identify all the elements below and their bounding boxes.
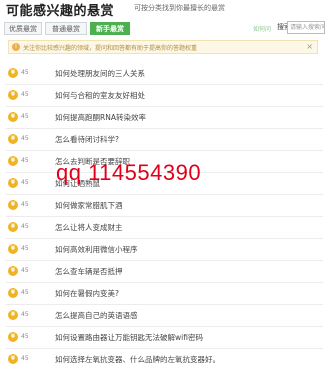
reward-count: 45 (21, 113, 29, 120)
coin-icon: ¥ (8, 354, 18, 364)
list-item[interactable]: ¥45 如何在暑假内变美? (6, 283, 323, 305)
reward-count: 45 (21, 179, 29, 186)
list-item[interactable]: ¥45 怎么让将人变成财主 (6, 217, 323, 239)
info-icon: ! (12, 43, 20, 51)
bounty-page: 可能感兴趣的悬赏 可按分类找到你最擅长的悬赏 优质悬赏 普通悬赏 新手悬赏 如何… (0, 0, 329, 366)
reward-count: 45 (21, 223, 29, 230)
question-title[interactable]: 如何做家常腊肌下酒 (55, 200, 123, 211)
list-item[interactable]: ¥45 如何提高跑酮RNA转染效率 (6, 107, 323, 129)
tab-bar: 优质悬赏 普通悬赏 新手悬赏 如何问 搜索全 请输入搜索问 (4, 21, 326, 36)
question-title[interactable]: 怎么让将人变成财主 (55, 222, 123, 233)
list-item[interactable]: ¥45 如何处理朋友间的三人关系 (6, 63, 323, 85)
notice-text: 关注你比较感兴趣的领域，提问和回答都有助于提高你的答题权重 (23, 45, 198, 52)
notice-bar: ! 关注你比较感兴趣的领域，提问和回答都有助于提高你的答题权重 × (8, 40, 318, 54)
coin-icon: ¥ (8, 288, 18, 298)
how-to-ask-link[interactable]: 如何问 (253, 24, 271, 33)
question-title[interactable]: 如何处理朋友间的三人关系 (55, 68, 145, 79)
reward-count: 45 (21, 91, 29, 98)
coin-icon: ¥ (8, 332, 18, 342)
question-title[interactable]: 如何提高跑酮RNA转染效率 (55, 112, 146, 123)
question-title[interactable]: 如何高效利用微信小程序 (55, 244, 138, 255)
question-title[interactable]: 如何与合租的室友友好相处 (55, 90, 145, 101)
header: 可能感兴趣的悬赏 可按分类找到你最擅长的悬赏 (0, 0, 329, 19)
reward-count: 45 (21, 69, 29, 76)
reward-count: 45 (21, 311, 29, 318)
coin-icon: ¥ (8, 200, 18, 210)
list-item[interactable]: ¥45 如何设置路由器让万能钥匙无法破解wifi密码 (6, 327, 323, 349)
list-item[interactable]: ¥45 如何高效利用微信小程序 (6, 239, 323, 261)
watermark-text: qq 114554390 (56, 160, 202, 185)
question-title[interactable]: 怎么看待闭讨科学? (55, 134, 119, 145)
coin-icon: ¥ (8, 266, 18, 276)
coin-icon: ¥ (8, 68, 18, 78)
list-item[interactable]: ¥45 如何做家常腊肌下酒 (6, 195, 323, 217)
reward-count: 45 (21, 289, 29, 296)
coin-icon: ¥ (8, 156, 18, 166)
reward-count: 45 (21, 201, 29, 208)
list-item[interactable]: ¥45 怎么查车辆是否抵押 (6, 261, 323, 283)
question-title[interactable]: 如何在暑假内变美? (55, 288, 119, 299)
close-icon[interactable]: × (306, 42, 313, 51)
reward-count: 45 (21, 333, 29, 340)
search-input[interactable]: 请输入搜索问 (287, 21, 325, 34)
reward-count: 45 (21, 355, 29, 362)
tab-normal[interactable]: 普通悬赏 (45, 22, 87, 35)
reward-count: 45 (21, 267, 29, 274)
tab-quality[interactable]: 优质悬赏 (4, 22, 42, 35)
page-title: 可能感兴趣的悬赏 (6, 4, 115, 19)
coin-icon: ¥ (8, 112, 18, 122)
reward-count: 45 (21, 245, 29, 252)
coin-icon: ¥ (8, 90, 18, 100)
coin-icon: ¥ (8, 178, 18, 188)
coin-icon: ¥ (8, 310, 18, 320)
coin-icon: ¥ (8, 134, 18, 144)
list-item[interactable]: ¥45 怎么提高自己的英语语感 (6, 305, 323, 327)
question-title[interactable]: 如何设置路由器让万能钥匙无法破解wifi密码 (55, 332, 203, 343)
coin-icon: ¥ (8, 244, 18, 254)
question-title[interactable]: 怎么提高自己的英语语感 (55, 310, 138, 321)
coin-icon: ¥ (8, 222, 18, 232)
reward-count: 45 (21, 157, 29, 164)
list-item[interactable]: ¥45 如何与合租的室友友好相处 (6, 85, 323, 107)
tab-newbie[interactable]: 新手悬赏 (90, 22, 130, 35)
reward-count: 45 (21, 135, 29, 142)
question-title[interactable]: 如何选择左氧抗变器、什么品牌的左氧抗变器好。 (55, 354, 220, 365)
list-item[interactable]: ¥45 怎么看待闭讨科学? (6, 129, 323, 151)
page-subtitle: 可按分类找到你最擅长的悬赏 (134, 4, 225, 12)
list-item[interactable]: ¥45 如何选择左氧抗变器、什么品牌的左氧抗变器好。 (6, 349, 323, 366)
question-title[interactable]: 怎么查车辆是否抵押 (55, 266, 123, 277)
